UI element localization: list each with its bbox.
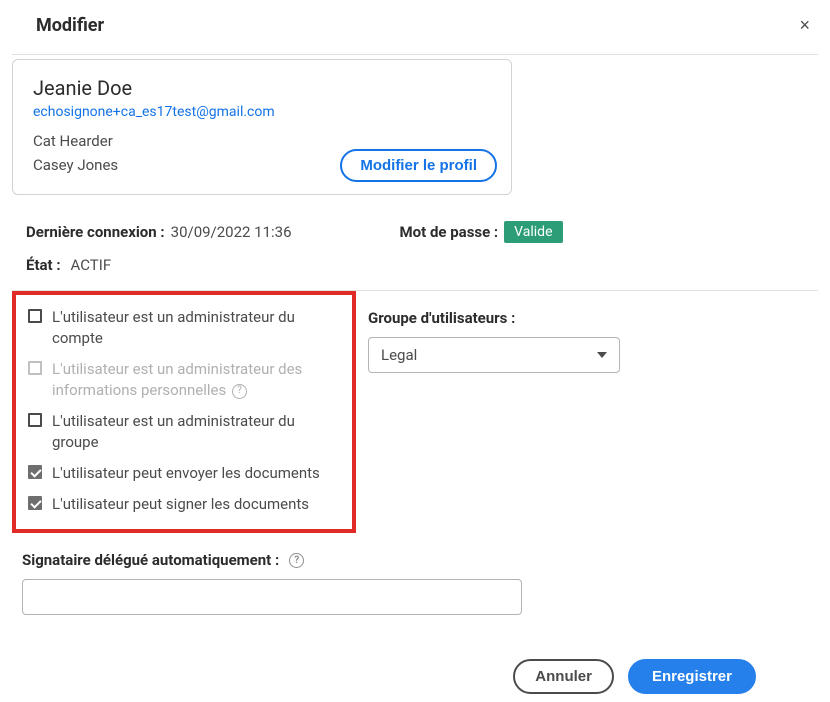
user-email[interactable]: echosignone+ca_es17test@gmail.com [33, 104, 491, 120]
delegate-label: Signataire délégué automatiquement : [22, 551, 279, 569]
user-group-label: Groupe d'utilisateurs : [368, 309, 620, 327]
state-label: État : [26, 256, 61, 274]
password-label: Mot de passe : [400, 223, 499, 241]
password-status-badge: Valide [504, 221, 562, 243]
delegate-input[interactable] [22, 579, 522, 615]
header-divider [12, 54, 818, 55]
permissions-highlight: L'utilisateur est un administrateur du c… [12, 291, 356, 533]
label-can-sign: L'utilisateur peut signer les documents [52, 494, 309, 515]
chevron-down-icon [597, 352, 607, 358]
checkbox-can-send[interactable] [28, 465, 42, 479]
label-personal-info-admin: L'utilisateur est un administrateur des … [52, 359, 340, 401]
edit-profile-button[interactable]: Modifier le profil [340, 149, 497, 182]
checkbox-can-sign[interactable] [28, 496, 42, 510]
state-value: ACTIF [71, 256, 112, 274]
close-button[interactable]: × [795, 12, 814, 38]
user-title: Cat Hearder [33, 132, 491, 150]
checkbox-group-admin[interactable] [28, 413, 42, 427]
user-name: Jeanie Doe [33, 76, 491, 100]
user-group-select[interactable]: Legal [368, 337, 620, 373]
label-account-admin: L'utilisateur est un administrateur du c… [52, 307, 340, 349]
user-group-value: Legal [381, 346, 417, 364]
last-login-value: 30/09/2022 11:36 [171, 223, 292, 241]
help-icon[interactable]: ? [289, 553, 304, 568]
label-group-admin: L'utilisateur est un administrateur du g… [52, 411, 340, 453]
save-button[interactable]: Enregistrer [628, 659, 756, 694]
profile-card: Jeanie Doe echosignone+ca_es17test@gmail… [12, 59, 512, 195]
checkbox-personal-info-admin [28, 361, 42, 375]
label-can-send: L'utilisateur peut envoyer les documents [52, 463, 320, 484]
last-login-label: Dernière connexion : [26, 223, 165, 241]
dialog-title: Modifier [36, 15, 104, 36]
cancel-button[interactable]: Annuler [513, 659, 614, 694]
checkbox-account-admin[interactable] [28, 309, 42, 323]
close-icon: × [799, 15, 810, 35]
help-icon[interactable]: ? [232, 384, 247, 399]
